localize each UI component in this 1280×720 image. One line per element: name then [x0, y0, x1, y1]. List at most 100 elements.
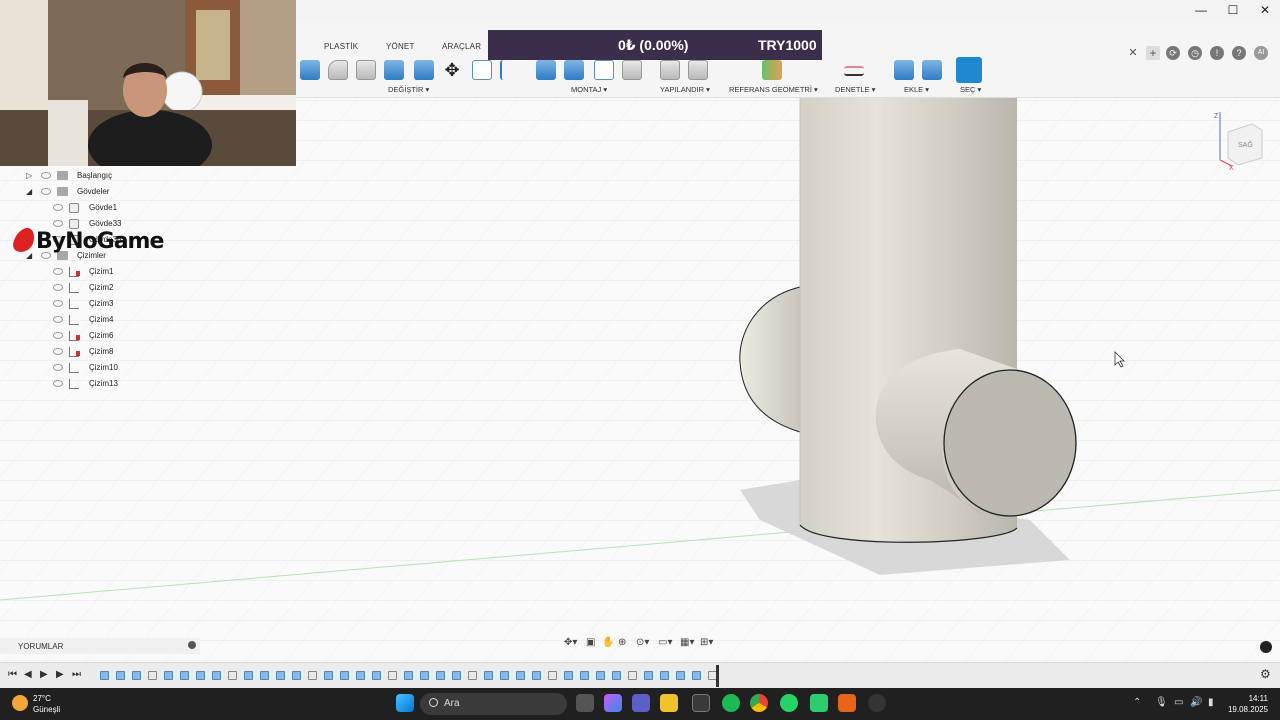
- whatsapp-icon[interactable]: [780, 694, 798, 712]
- tree-item[interactable]: Çizim13: [0, 376, 200, 392]
- visibility-eye-icon[interactable]: [53, 268, 63, 275]
- comments-panel[interactable]: YORUMLAR: [0, 638, 200, 654]
- timeline-feature[interactable]: [420, 671, 429, 680]
- close-window-button[interactable]: ✕: [1250, 2, 1280, 18]
- timeline-feature[interactable]: [564, 671, 573, 680]
- viewports-icon[interactable]: ⊞▾: [700, 637, 713, 648]
- timeline-feature[interactable]: [324, 671, 333, 680]
- timeline-feature[interactable]: [116, 671, 125, 680]
- tree-item[interactable]: ▷ Başlangıç: [0, 168, 200, 184]
- group-degistir[interactable]: DEĞİŞTİR ▾: [388, 85, 429, 94]
- timeline-feature[interactable]: [692, 671, 701, 680]
- configure-icon[interactable]: [660, 60, 680, 80]
- tab-araclar[interactable]: ARAÇLAR: [442, 42, 481, 51]
- zoom-icon[interactable]: ⊕: [618, 637, 626, 648]
- timeline-feature[interactable]: [660, 671, 669, 680]
- timeline-feature[interactable]: [468, 671, 477, 680]
- draft-icon[interactable]: [414, 60, 434, 80]
- first-frame-icon[interactable]: ⏮: [8, 669, 17, 680]
- timeline-feature[interactable]: [628, 671, 637, 680]
- grid-icon[interactable]: ▦▾: [680, 637, 694, 648]
- search-box[interactable]: Ara: [420, 693, 567, 715]
- component-icon[interactable]: [622, 60, 642, 80]
- visibility-eye-icon[interactable]: [41, 172, 51, 179]
- cylinder-end-face[interactable]: [943, 369, 1077, 517]
- timeline-feature[interactable]: [260, 671, 269, 680]
- timeline-feature[interactable]: [516, 671, 525, 680]
- group-montaj[interactable]: MONTAJ ▾: [571, 85, 607, 94]
- visibility-eye-icon[interactable]: [53, 284, 63, 291]
- add-comment-icon[interactable]: [188, 641, 196, 649]
- visibility-eye-icon[interactable]: [53, 220, 63, 227]
- timeline-feature[interactable]: [500, 671, 509, 680]
- app-icon[interactable]: [810, 694, 828, 712]
- new-tab-icon[interactable]: +: [1146, 46, 1160, 60]
- chrome-icon[interactable]: [750, 694, 768, 712]
- look-at-icon[interactable]: ▣: [586, 637, 595, 648]
- group-ekle[interactable]: EKLE ▾: [904, 85, 929, 94]
- help-icon[interactable]: ?: [1232, 46, 1246, 60]
- timeline-feature[interactable]: [356, 671, 365, 680]
- timeline-feature[interactable]: [548, 671, 557, 680]
- teams-icon[interactable]: [632, 694, 650, 712]
- select-icon[interactable]: [956, 57, 982, 83]
- maximize-button[interactable]: ☐: [1218, 2, 1248, 18]
- tree-item[interactable]: Çizim6: [0, 328, 200, 344]
- display-icon[interactable]: ▭▾: [658, 637, 672, 648]
- timeline-feature[interactable]: [388, 671, 397, 680]
- timeline-feature[interactable]: [340, 671, 349, 680]
- visibility-eye-icon[interactable]: [53, 364, 63, 371]
- windows-start-icon[interactable]: [396, 694, 414, 712]
- timeline-feature[interactable]: [100, 671, 109, 680]
- scale-icon[interactable]: [472, 60, 492, 80]
- timeline-feature[interactable]: [580, 671, 589, 680]
- move-icon[interactable]: ✥: [442, 60, 462, 80]
- visibility-eye-icon[interactable]: [53, 332, 63, 339]
- minimize-button[interactable]: —: [1186, 2, 1216, 18]
- timeline-feature[interactable]: [180, 671, 189, 680]
- zoom-window-icon[interactable]: ⊙▾: [636, 637, 649, 648]
- group-referans-geometri[interactable]: REFERANS GEOMETRİ ▾: [729, 85, 818, 94]
- joint-icon[interactable]: [536, 60, 556, 80]
- visibility-eye-icon[interactable]: [41, 188, 51, 195]
- visibility-eye-icon[interactable]: [53, 300, 63, 307]
- task-view-icon[interactable]: [576, 694, 594, 712]
- file-explorer-icon[interactable]: [660, 694, 678, 712]
- feedback-icon[interactable]: [1260, 641, 1272, 653]
- tree-item[interactable]: Gövde1: [0, 200, 200, 216]
- last-frame-icon[interactable]: ⏭: [72, 669, 81, 680]
- spotify-icon[interactable]: [722, 694, 740, 712]
- store-icon[interactable]: [692, 694, 710, 712]
- timeline-feature[interactable]: [164, 671, 173, 680]
- timeline-feature[interactable]: [372, 671, 381, 680]
- timeline-feature[interactable]: [436, 671, 445, 680]
- timeline-feature[interactable]: [212, 671, 221, 680]
- prev-frame-icon[interactable]: ◀: [24, 669, 32, 680]
- insert-image-icon[interactable]: [922, 60, 942, 80]
- timeline-feature[interactable]: [484, 671, 493, 680]
- timeline-feature[interactable]: [292, 671, 301, 680]
- expand-arrow-icon[interactable]: ◢: [26, 188, 34, 196]
- timeline-feature[interactable]: [612, 671, 621, 680]
- tree-item[interactable]: Çizim2: [0, 280, 200, 296]
- tree-item[interactable]: Çizim4: [0, 312, 200, 328]
- extensions-icon[interactable]: ⟳: [1166, 46, 1180, 60]
- table-icon[interactable]: [688, 60, 708, 80]
- visibility-eye-icon[interactable]: [53, 348, 63, 355]
- group-denetle[interactable]: DENETLE ▾: [835, 85, 875, 94]
- network-icon[interactable]: ▭: [1174, 697, 1183, 708]
- visibility-eye-icon[interactable]: [53, 316, 63, 323]
- tab-plastik[interactable]: PLASTİK: [324, 42, 358, 51]
- as-built-joint-icon[interactable]: [564, 60, 584, 80]
- timeline-feature[interactable]: [532, 671, 541, 680]
- fillet-icon[interactable]: [328, 60, 348, 80]
- tree-item[interactable]: Çizim8: [0, 344, 200, 360]
- close-tab-icon[interactable]: ✕: [1126, 46, 1140, 60]
- chamfer-icon[interactable]: [356, 60, 376, 80]
- tree-item[interactable]: Çizim3: [0, 296, 200, 312]
- tab-yonet[interactable]: YÖNET: [386, 42, 415, 51]
- insert-icon[interactable]: [894, 60, 914, 80]
- pan-icon[interactable]: ✋: [602, 637, 614, 648]
- user-avatar[interactable]: AI: [1254, 46, 1268, 60]
- mic-icon[interactable]: 🎙: [1155, 697, 1168, 708]
